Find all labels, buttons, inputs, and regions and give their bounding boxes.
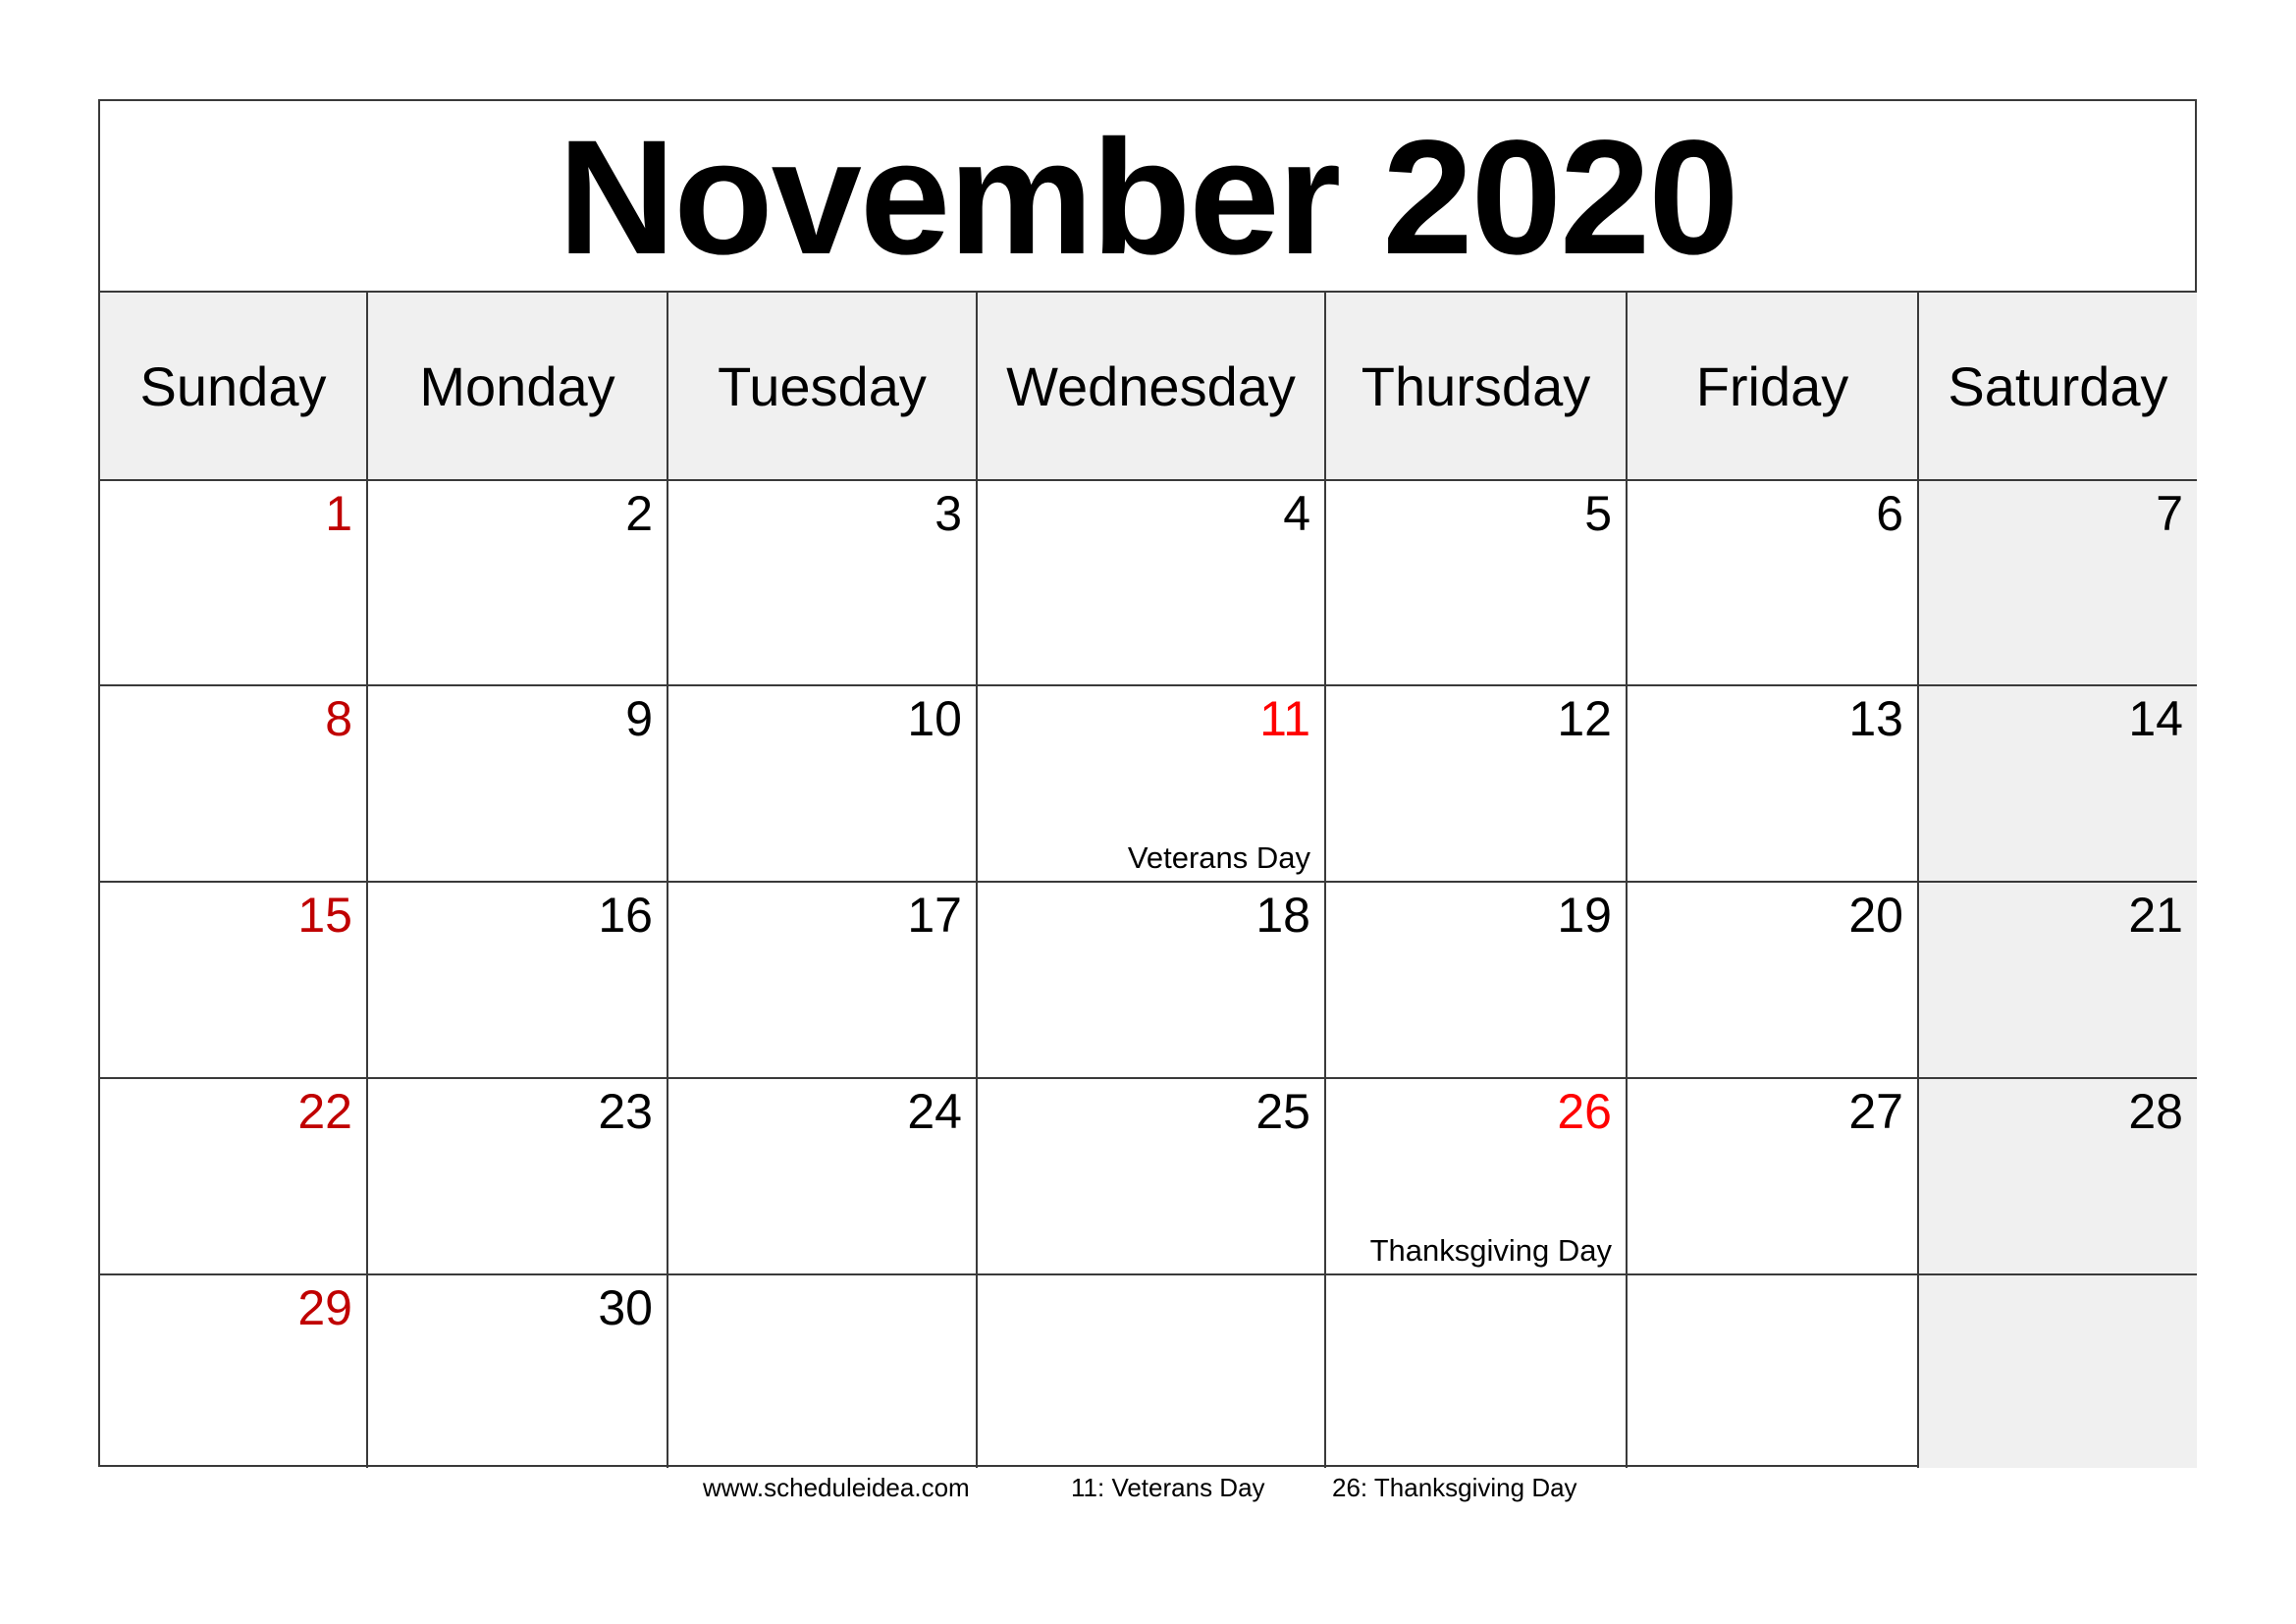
empty-day-cell[interactable]: [1324, 1273, 1626, 1468]
day-cell[interactable]: 5: [1324, 479, 1626, 684]
empty-day-cell[interactable]: [1626, 1273, 1917, 1468]
day-cell[interactable]: 28: [1917, 1077, 2197, 1273]
day-cell[interactable]: 25: [976, 1077, 1324, 1273]
day-cell[interactable]: 2: [366, 479, 667, 684]
footer-holiday-thanksgiving: 26: Thanksgiving Day: [1332, 1473, 1577, 1502]
day-number: 25: [1255, 1084, 1310, 1139]
day-cell[interactable]: 24: [667, 1077, 976, 1273]
day-cell[interactable]: 13: [1626, 684, 1917, 881]
day-cell[interactable]: 14: [1917, 684, 2197, 881]
weekday-header-tuesday: Tuesday: [667, 291, 976, 479]
weekday-label: Thursday: [1361, 354, 1591, 417]
day-number: 16: [598, 888, 653, 943]
day-cell[interactable]: 3: [667, 479, 976, 684]
day-cell[interactable]: 21: [1917, 881, 2197, 1077]
weekday-header-sunday: Sunday: [100, 291, 366, 479]
day-number: 9: [625, 691, 653, 746]
day-cell[interactable]: 10: [667, 684, 976, 881]
day-number: 21: [2128, 888, 2183, 943]
weekday-label: Friday: [1695, 354, 1849, 417]
weekday-header-friday: Friday: [1626, 291, 1917, 479]
day-cell[interactable]: 17: [667, 881, 976, 1077]
day-cell[interactable]: 20: [1626, 881, 1917, 1077]
day-number: 27: [1848, 1084, 1903, 1139]
day-cell[interactable]: 16: [366, 881, 667, 1077]
day-number: 6: [1876, 486, 1903, 541]
day-number: 29: [297, 1280, 352, 1335]
day-cell[interactable]: 11 Veterans Day: [976, 684, 1324, 881]
day-number: 24: [907, 1084, 962, 1139]
day-cell[interactable]: 6: [1626, 479, 1917, 684]
day-cell[interactable]: 4: [976, 479, 1324, 684]
day-number: 1: [325, 486, 352, 541]
day-cell[interactable]: 26 Thanksgiving Day: [1324, 1077, 1626, 1273]
weekday-header-saturday: Saturday: [1917, 291, 2197, 479]
calendar-title: November 2020: [558, 106, 1738, 289]
calendar-frame: November 2020 Sunday Monday Tuesday Wednesd…: [98, 99, 2197, 1468]
day-cell[interactable]: 7: [1917, 479, 2197, 684]
day-cell[interactable]: 12: [1324, 684, 1626, 881]
title-band: November 2020: [100, 101, 2195, 291]
day-number: 3: [934, 486, 962, 541]
day-number: 28: [2128, 1084, 2183, 1139]
day-number: 10: [907, 691, 962, 746]
day-cell[interactable]: 30: [366, 1273, 667, 1468]
day-cell[interactable]: 29: [100, 1273, 366, 1468]
day-number: 15: [297, 888, 352, 943]
weekday-header-wednesday: Wednesday: [976, 291, 1324, 479]
day-number: 2: [625, 486, 653, 541]
day-number: 18: [1255, 888, 1310, 943]
day-number: 7: [2156, 486, 2183, 541]
weekday-label: Monday: [419, 354, 615, 417]
day-number: 30: [598, 1280, 653, 1335]
empty-day-cell[interactable]: [667, 1273, 976, 1468]
day-number: 22: [297, 1084, 352, 1139]
day-cell[interactable]: 22: [100, 1077, 366, 1273]
footer: www.scheduleidea.com 11: Veterans Day 26…: [0, 1473, 2296, 1512]
calendar-grid: Sunday Monday Tuesday Wednesday Thursday Frid…: [100, 291, 2197, 1468]
day-cell[interactable]: 15: [100, 881, 366, 1077]
weekday-header-monday: Monday: [366, 291, 667, 479]
weekday-label: Saturday: [1948, 354, 2168, 417]
day-cell[interactable]: 1: [100, 479, 366, 684]
footer-holiday-veterans: 11: Veterans Day: [1071, 1473, 1265, 1502]
day-cell[interactable]: 9: [366, 684, 667, 881]
holiday-label: Veterans Day: [1127, 840, 1310, 875]
empty-day-cell[interactable]: [1917, 1273, 2197, 1468]
weekday-label: Wednesday: [1006, 354, 1296, 417]
weekday-header-thursday: Thursday: [1324, 291, 1626, 479]
day-number: 4: [1283, 486, 1310, 541]
day-number: 17: [907, 888, 962, 943]
day-cell[interactable]: 8: [100, 684, 366, 881]
day-number: 11: [1259, 691, 1310, 746]
day-number: 20: [1848, 888, 1903, 943]
footer-website: www.scheduleidea.com: [703, 1473, 970, 1502]
day-cell[interactable]: 18: [976, 881, 1324, 1077]
day-number: 8: [325, 691, 352, 746]
day-number: 26: [1557, 1084, 1612, 1139]
day-number: 5: [1584, 486, 1612, 541]
day-number: 23: [598, 1084, 653, 1139]
day-cell[interactable]: 27: [1626, 1077, 1917, 1273]
day-cell[interactable]: 19: [1324, 881, 1626, 1077]
day-number: 13: [1848, 691, 1903, 746]
day-number: 12: [1557, 691, 1612, 746]
empty-day-cell[interactable]: [976, 1273, 1324, 1468]
weekday-label: Sunday: [139, 354, 327, 417]
day-number: 14: [2128, 691, 2183, 746]
day-cell[interactable]: 23: [366, 1077, 667, 1273]
weekday-label: Tuesday: [718, 354, 927, 417]
holiday-label: Thanksgiving Day: [1369, 1233, 1612, 1268]
day-number: 19: [1557, 888, 1612, 943]
